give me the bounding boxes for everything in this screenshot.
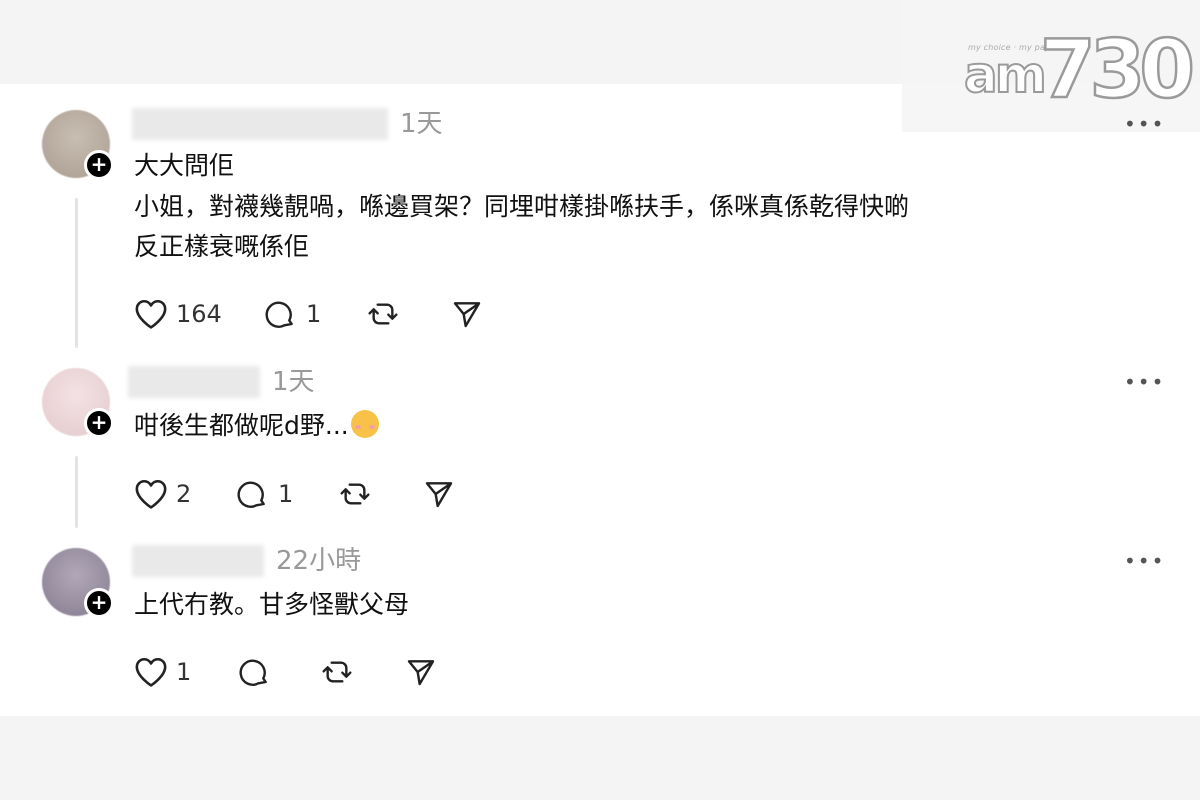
comment-line: 小姐，對襪幾靚喎，喺邊買架？同埋咁樣掛喺扶手，係咪真係乾得快啲	[134, 192, 910, 221]
share-button[interactable]	[422, 478, 456, 510]
comment-icon	[237, 481, 265, 508]
comment-icon	[265, 301, 293, 328]
more-icon[interactable]: •••	[1124, 114, 1165, 134]
send-icon	[453, 302, 481, 328]
reply-count: 1	[306, 300, 322, 328]
logo-number: 730	[1039, 23, 1197, 116]
like-button[interactable]: 1	[134, 656, 191, 688]
logo-am: am	[963, 46, 1048, 104]
thread-line	[75, 456, 78, 528]
repost-icon	[340, 483, 370, 505]
timestamp: 1天	[400, 109, 443, 139]
follow-plus-icon[interactable]: +	[84, 150, 114, 180]
comment-line: 反正樣衰嘅係佢	[134, 232, 310, 261]
comment-line: 咁後生都做呢d野...	[134, 406, 379, 446]
face-emoji-icon	[350, 410, 379, 438]
repost-button[interactable]	[338, 478, 372, 510]
send-icon	[407, 660, 435, 686]
share-button[interactable]	[450, 298, 484, 330]
more-icon[interactable]: •••	[1124, 372, 1165, 392]
follow-plus-icon[interactable]: +	[84, 588, 114, 618]
timestamp: 1天	[272, 367, 315, 397]
timestamp: 22小時	[276, 546, 362, 576]
username-blurred[interactable]	[132, 545, 264, 577]
comment-line: 上代冇教。甘多怪獸父母	[134, 590, 410, 619]
comment-line: 大大問佢	[134, 151, 235, 180]
heart-icon	[135, 479, 167, 509]
reply-button[interactable]: 1	[236, 478, 293, 510]
like-count: 2	[176, 480, 192, 508]
like-button[interactable]: 2	[134, 478, 191, 510]
thread-line	[75, 198, 78, 348]
heart-icon	[135, 299, 167, 329]
comment-icon	[239, 659, 267, 686]
repost-icon	[368, 303, 398, 325]
username-blurred[interactable]	[128, 366, 260, 398]
heart-icon	[135, 657, 167, 687]
reply-count: 1	[278, 480, 294, 508]
reply-button[interactable]	[238, 656, 272, 688]
repost-button[interactable]	[366, 298, 400, 330]
more-icon[interactable]: •••	[1124, 551, 1165, 571]
repost-icon	[322, 661, 352, 683]
comment-text: 咁後生都做呢d野...	[134, 411, 349, 440]
like-count: 1	[176, 658, 192, 686]
bottom-bar	[0, 716, 1200, 800]
like-count: 164	[176, 300, 222, 328]
repost-button[interactable]	[320, 656, 354, 688]
share-button[interactable]	[404, 656, 438, 688]
username-blurred[interactable]	[132, 108, 388, 140]
follow-plus-icon[interactable]: +	[84, 408, 114, 438]
reply-button[interactable]: 1	[264, 298, 321, 330]
like-button[interactable]: 164	[134, 298, 222, 330]
send-icon	[425, 482, 453, 508]
